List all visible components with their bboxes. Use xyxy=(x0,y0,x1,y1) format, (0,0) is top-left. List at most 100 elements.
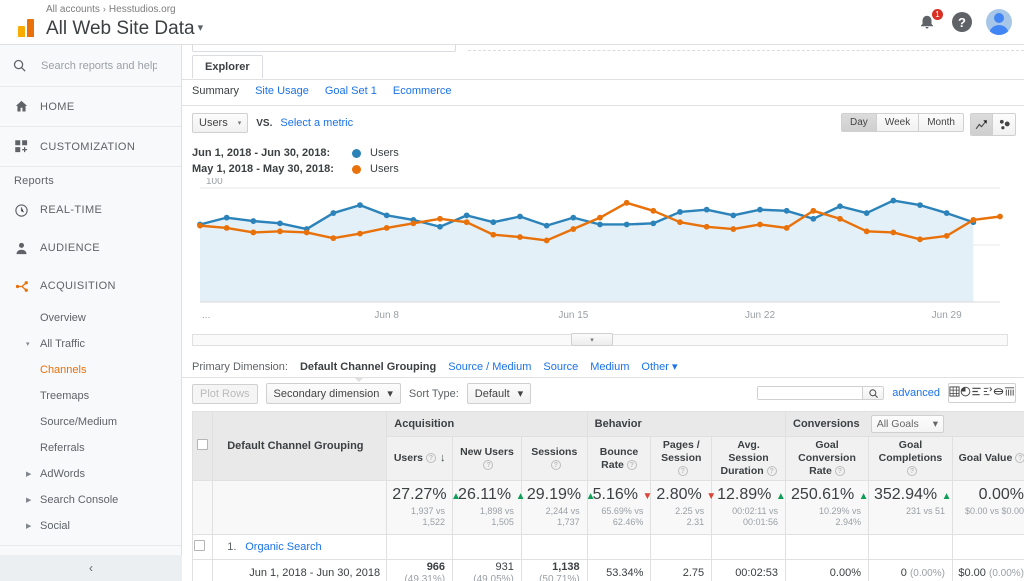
dimension-medium[interactable]: Medium xyxy=(590,361,629,373)
advanced-filter-link[interactable]: advanced xyxy=(892,387,940,399)
table-row[interactable]: 1.Organic Search xyxy=(193,535,1024,560)
sidebar-item-search-console[interactable]: ▶ Search Console xyxy=(0,487,181,513)
motion-chart-icon[interactable] xyxy=(993,114,1015,135)
granularity-day[interactable]: Day xyxy=(842,114,877,131)
sidebar-item-adwords[interactable]: ▶ AdWords xyxy=(0,461,181,487)
sort-descending-icon[interactable]: ↓ xyxy=(440,452,446,464)
tab-site-usage[interactable]: Site Usage xyxy=(255,85,309,97)
page-title[interactable]: All Web Site Data▾ xyxy=(46,16,203,41)
sidebar-item-customization[interactable]: CUSTOMIZATION xyxy=(0,127,181,167)
sidebar-item-referrals[interactable]: Referrals xyxy=(0,435,181,461)
column-header-bounce-rate[interactable]: Bounce Rate? xyxy=(587,437,651,481)
chart-data-point xyxy=(197,223,203,229)
column-header-new-users[interactable]: New Users? xyxy=(453,437,522,481)
sidebar-search[interactable] xyxy=(0,45,181,87)
breadcrumb: All accounts›Hesstudios.org xyxy=(46,3,203,16)
help-icon[interactable]: ? xyxy=(907,466,917,476)
metric-dropdown[interactable]: Users ▾ xyxy=(192,113,248,133)
dimension-column-header[interactable]: Default Channel Grouping xyxy=(213,412,387,481)
search-button[interactable] xyxy=(862,387,883,399)
table-toolbar: Plot Rows Secondary dimension ▾ Sort Typ… xyxy=(192,383,1016,407)
pie-chart-view-icon[interactable] xyxy=(960,384,971,402)
sidebar-item-realtime[interactable]: REAL-TIME xyxy=(0,191,181,229)
dimension-source-medium[interactable]: Source / Medium xyxy=(448,361,531,373)
x-axis-leading-label: ... xyxy=(202,310,210,321)
column-header-users[interactable]: Users?↓ xyxy=(387,437,453,481)
tab-summary[interactable]: Summary xyxy=(192,85,239,97)
table-search[interactable] xyxy=(757,386,884,400)
comparison-view-icon[interactable] xyxy=(982,384,993,402)
row-dimension-cell[interactable]: 1.Organic Search xyxy=(213,535,387,560)
tab-explorer[interactable]: Explorer xyxy=(192,55,263,78)
performance-view-icon[interactable] xyxy=(1004,384,1015,402)
column-label: Sessions xyxy=(531,446,577,458)
summary-comparison: 1,937 vs 1,522 xyxy=(392,506,445,528)
granularity-month[interactable]: Month xyxy=(919,114,963,131)
summary-cell-pages-per-session: 2.80% ▼ 2.25 vs 2.31 xyxy=(651,481,712,535)
chart-data-point xyxy=(997,214,1003,220)
sidebar-item-acquisition[interactable]: ACQUISITION xyxy=(0,267,181,305)
breadcrumb-property: Hesstudios.org xyxy=(109,4,176,15)
dimension-source[interactable]: Source xyxy=(543,361,578,373)
chart-data-point xyxy=(970,217,976,223)
sidebar-sub-label: Treemaps xyxy=(40,390,89,402)
line-chart-icon[interactable] xyxy=(971,114,993,135)
bar-chart-view-icon[interactable] xyxy=(971,384,982,402)
slider-handle[interactable]: ▾ xyxy=(571,333,613,346)
tab-ecommerce[interactable]: Ecommerce xyxy=(393,85,452,97)
avatar[interactable] xyxy=(986,9,1012,35)
table-search-input[interactable] xyxy=(758,387,862,399)
dimension-other[interactable]: Other ▾ xyxy=(641,360,677,373)
summary-percent-value: 2.80% xyxy=(656,486,701,503)
sidebar-item-treemaps[interactable]: Treemaps xyxy=(0,383,181,409)
granularity-week[interactable]: Week xyxy=(877,114,919,131)
help-icon[interactable]: ? xyxy=(627,460,637,470)
help-icon[interactable]: ? xyxy=(678,466,688,476)
column-header-pages-per-session[interactable]: Pages / Session? xyxy=(651,437,712,481)
tab-goal-set-1[interactable]: Goal Set 1 xyxy=(325,85,377,97)
sidebar-item-all-traffic[interactable]: ▾ All Traffic xyxy=(0,331,181,357)
help-icon[interactable]: ? xyxy=(483,460,493,470)
sidebar-item-source-medium[interactable]: Source/Medium xyxy=(0,409,181,435)
trend-down-icon: ▼ xyxy=(706,491,716,502)
secondary-dimension-dropdown[interactable]: Secondary dimension ▾ xyxy=(266,383,401,404)
help-icon[interactable]: ? xyxy=(952,12,972,32)
pivot-view-icon[interactable] xyxy=(993,384,1004,402)
column-header-goal-completions[interactable]: Goal Completions? xyxy=(868,437,952,481)
column-header-avg-session-duration[interactable]: Avg. Session Duration? xyxy=(712,437,786,481)
help-icon[interactable]: ? xyxy=(551,460,561,470)
sidebar-item-social[interactable]: ▶ Social xyxy=(0,513,181,539)
sidebar-item-home[interactable]: HOME xyxy=(0,87,181,127)
sidebar-collapse-button[interactable]: ‹ xyxy=(0,555,182,581)
primary-dimension-current[interactable]: Default Channel Grouping xyxy=(300,361,436,373)
row-name-link[interactable]: Organic Search xyxy=(245,541,321,553)
summary-percent: 250.61% ▲ xyxy=(791,486,861,504)
notifications-button[interactable]: 1 xyxy=(918,12,938,32)
search-input[interactable] xyxy=(39,59,159,73)
help-icon[interactable]: ? xyxy=(835,466,845,476)
select-all-checkbox[interactable] xyxy=(197,439,208,450)
table-view-icon[interactable] xyxy=(949,384,960,402)
goal-select-dropdown[interactable]: All Goals ▾ xyxy=(871,415,944,433)
sidebar-item-audience[interactable]: AUDIENCE xyxy=(0,229,181,267)
plot-rows-button[interactable]: Plot Rows xyxy=(192,384,258,404)
users-over-time-chart[interactable]: 50100Jun 8Jun 15Jun 22Jun 29... xyxy=(192,178,1008,330)
sidebar-item-overview[interactable]: Overview xyxy=(0,305,181,331)
row-checkbox[interactable] xyxy=(194,540,205,551)
select-a-metric-link[interactable]: Select a metric xyxy=(280,117,353,129)
date-range-control-partial[interactable] xyxy=(192,45,456,52)
summary-cell-goal-value: 0.00% $0.00 vs $0.00 xyxy=(952,481,1024,535)
help-icon[interactable]: ? xyxy=(426,453,436,463)
help-icon[interactable]: ? xyxy=(767,466,777,476)
column-header-sessions[interactable]: Sessions? xyxy=(521,437,587,481)
column-header-goal-conversion-rate[interactable]: Goal Conversion Rate? xyxy=(786,437,869,481)
sort-type-dropdown[interactable]: Default ▾ xyxy=(467,383,531,404)
column-header-goal-value[interactable]: Goal Value? xyxy=(952,437,1024,481)
date-range-slider[interactable]: ▾ xyxy=(192,334,1008,346)
chart-data-point xyxy=(437,216,443,222)
account-selector[interactable]: All accounts›Hesstudios.org All Web Site… xyxy=(46,3,203,41)
sidebar-item-channels[interactable]: Channels xyxy=(0,357,181,383)
select-all-checkbox-cell[interactable] xyxy=(193,412,213,481)
help-icon[interactable]: ? xyxy=(1015,453,1024,463)
row-checkbox-cell[interactable] xyxy=(193,535,213,560)
